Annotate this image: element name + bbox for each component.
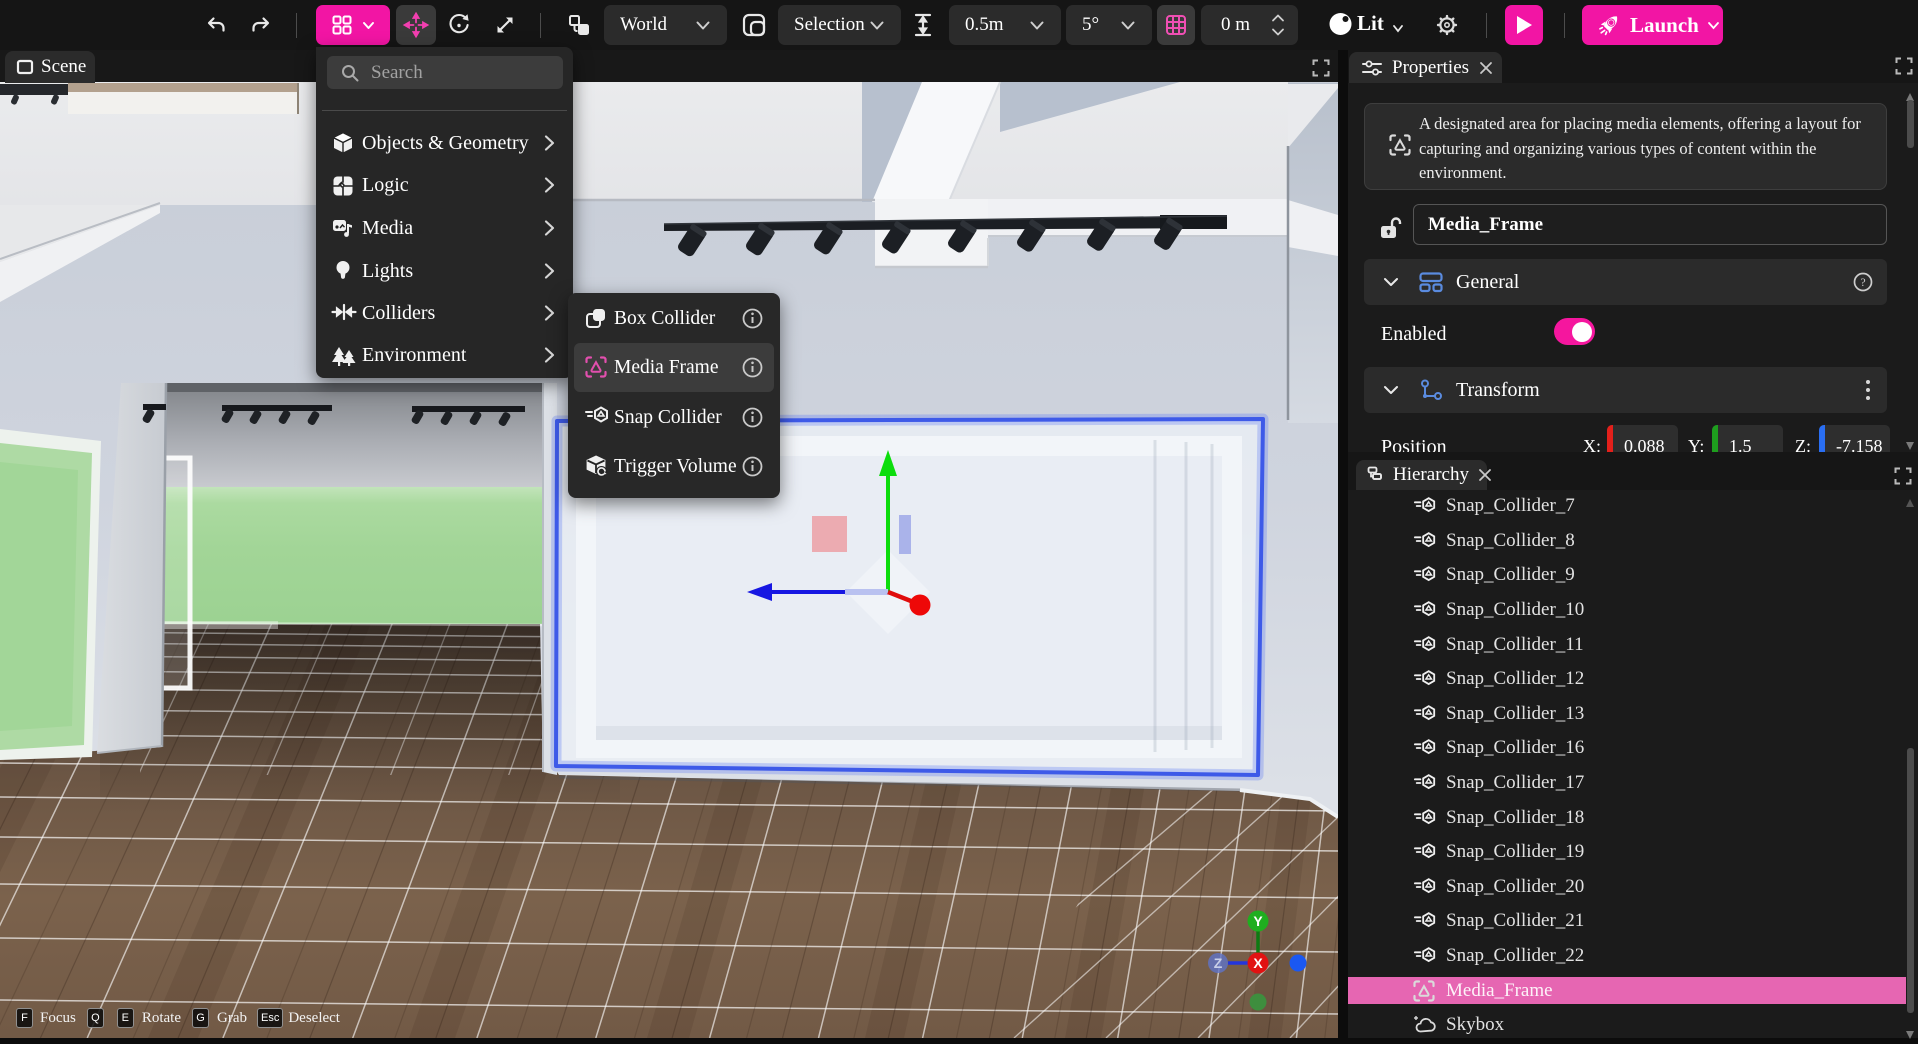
svg-text:Y: Y: [1253, 913, 1263, 929]
svg-text:X: X: [1253, 955, 1263, 971]
svg-text:Z: Z: [1214, 955, 1223, 971]
svg-text:?: ?: [1860, 277, 1865, 289]
